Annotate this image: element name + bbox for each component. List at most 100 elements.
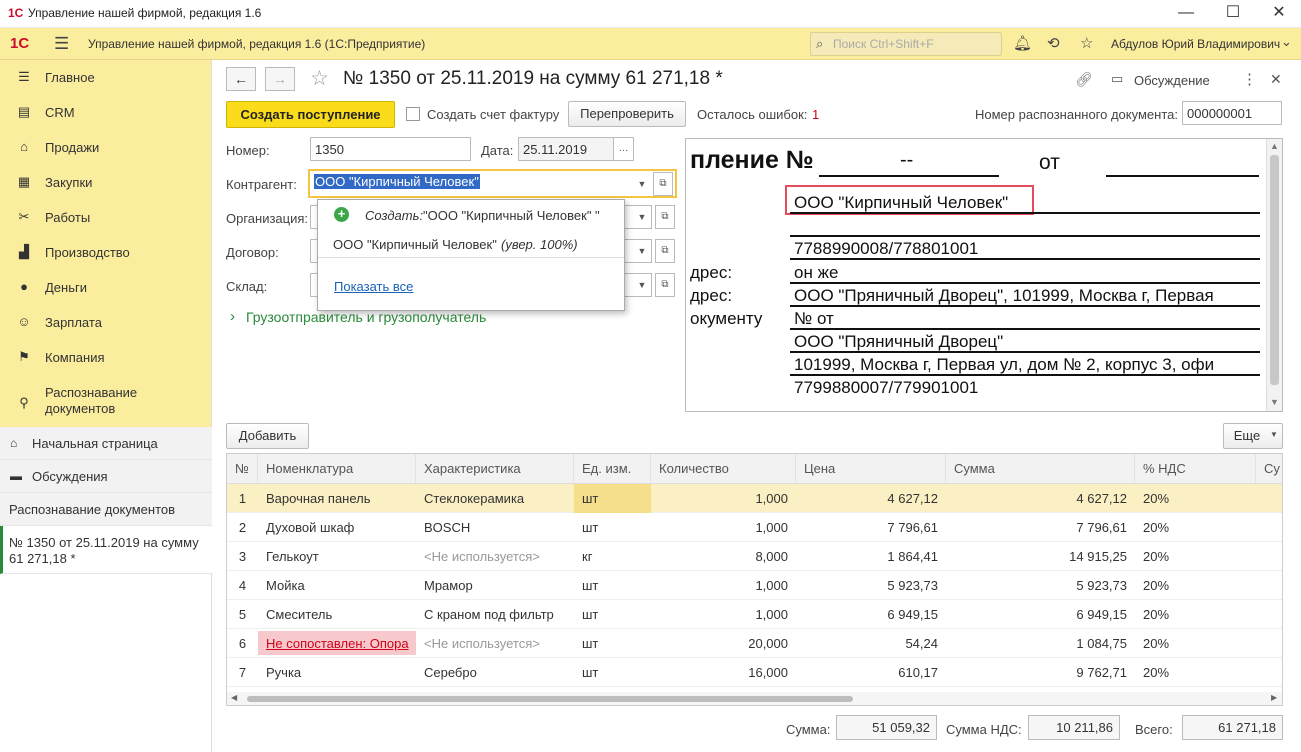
table-row[interactable]: 7 Ручка Серебро шт 16,000 610,17 9 762,71 20% xyxy=(227,658,1282,687)
cell-qty[interactable]: 1,000 xyxy=(651,484,796,513)
sidebar-item-production[interactable]: ▟ Производство xyxy=(0,235,212,270)
cell-name[interactable]: Гелькоут xyxy=(258,542,416,571)
cell-sum[interactable]: 4 627,12 xyxy=(946,484,1135,513)
col-header-vat-sum[interactable]: Су xyxy=(1256,454,1282,484)
close-window-button[interactable]: ✕ xyxy=(1256,0,1301,28)
cell-unit[interactable]: кг xyxy=(574,542,651,571)
cell-n[interactable]: 3 xyxy=(227,542,258,571)
scroll-left-icon[interactable]: ◀ xyxy=(231,693,237,702)
cell-n[interactable]: 7 xyxy=(227,658,258,687)
cell-price[interactable]: 610,17 xyxy=(796,658,946,687)
sidebar-item-crm[interactable]: ▤ CRM xyxy=(0,95,212,130)
cell-vat[interactable]: 20% xyxy=(1135,658,1256,687)
cell-vat[interactable]: 20% xyxy=(1135,484,1256,513)
favorites-star-icon[interactable]: ☆ xyxy=(1080,34,1093,52)
recheck-button[interactable]: Перепроверить xyxy=(568,101,686,127)
cell-qty[interactable]: 1,000 xyxy=(651,513,796,542)
counterparty-field[interactable]: ООО "Кирпичный Человек" xyxy=(312,172,632,195)
recognized-number-field[interactable]: 000000001 xyxy=(1182,101,1282,125)
cell-sum[interactable]: 7 796,61 xyxy=(946,513,1135,542)
close-icon[interactable]: ✕ xyxy=(1270,71,1282,88)
scroll-thumb[interactable] xyxy=(1270,155,1279,385)
col-header-qty[interactable]: Количество xyxy=(651,454,796,484)
link-icon[interactable]: 🔗︎ xyxy=(1075,71,1093,88)
create-receipt-button[interactable]: Создать поступление xyxy=(226,101,395,128)
cell-price[interactable]: 7 796,61 xyxy=(796,513,946,542)
hscroll-thumb[interactable] xyxy=(247,696,853,702)
unmatched-item-label[interactable]: Не сопоставлен: Опора xyxy=(258,631,416,655)
date-picker-button[interactable]: … xyxy=(613,137,634,161)
cell-sum[interactable]: 1 084,75 xyxy=(946,629,1135,658)
cell-n[interactable]: 2 xyxy=(227,513,258,542)
cell-char[interactable]: <Не используется> xyxy=(416,629,574,658)
table-row[interactable]: 3 Гелькоут <Не используется> кг 8,000 1 864,4… xyxy=(227,542,1282,571)
warehouse-open-icon[interactable]: ⧉ xyxy=(655,273,675,297)
cell-sum[interactable]: 6 949,15 xyxy=(946,600,1135,629)
col-header-unit[interactable]: Ед. изм. xyxy=(574,454,651,484)
cell-price[interactable]: 6 949,15 xyxy=(796,600,946,629)
cell-qty[interactable]: 20,000 xyxy=(651,629,796,658)
cell-name[interactable]: Духовой шкаф xyxy=(258,513,416,542)
forward-button[interactable]: → xyxy=(265,67,295,91)
cell-unit[interactable]: шт xyxy=(574,658,651,687)
counterparty-open-icon[interactable]: ⧉ xyxy=(653,172,673,196)
contract-dropdown-icon[interactable]: ▼ xyxy=(632,239,652,263)
app-menu-chevron-icon[interactable]: ⌄ xyxy=(1281,34,1292,50)
open-window-current-doc[interactable]: № 1350 от 25.11.2019 на сумму 61 271,18 … xyxy=(0,526,212,574)
cell-qty[interactable]: 8,000 xyxy=(651,542,796,571)
cell-qty[interactable]: 16,000 xyxy=(651,658,796,687)
open-window-recognition[interactable]: Распознавание документов xyxy=(0,493,212,526)
col-header-n[interactable]: № xyxy=(227,454,258,484)
cell-vat[interactable]: 20% xyxy=(1135,600,1256,629)
sidebar-item-works[interactable]: ✂ Работы xyxy=(0,200,212,235)
col-header-name[interactable]: Номенклатура xyxy=(258,454,416,484)
cell-char[interactable]: <Не используется> xyxy=(416,542,574,571)
cell-n[interactable]: 4 xyxy=(227,571,258,600)
maximize-button[interactable]: ☐ xyxy=(1210,0,1256,28)
notifications-bell-icon[interactable]: 🔔︎ xyxy=(1013,34,1032,52)
warehouse-dropdown-icon[interactable]: ▼ xyxy=(632,273,652,297)
cell-name[interactable]: Мойка xyxy=(258,571,416,600)
cell-name[interactable]: Ручка xyxy=(258,658,416,687)
sidebar-item-purchases[interactable]: ▦ Закупки xyxy=(0,165,212,200)
organization-dropdown-icon[interactable]: ▼ xyxy=(632,205,652,229)
user-name[interactable]: Абдулов Юрий Владимирович xyxy=(1111,37,1280,51)
cell-vat[interactable]: 20% xyxy=(1135,571,1256,600)
cell-name[interactable]: Не сопоставлен: Опора xyxy=(227,629,416,658)
cell-price[interactable]: 5 923,73 xyxy=(796,571,946,600)
main-menu-icon[interactable]: ☰ xyxy=(54,34,69,54)
more-actions-icon[interactable]: ⋮ xyxy=(1242,70,1257,88)
cell-price[interactable]: 4 627,12 xyxy=(796,484,946,513)
add-row-button[interactable]: Добавить xyxy=(226,423,309,449)
show-all-link[interactable]: Показать все xyxy=(334,279,413,294)
search-input[interactable]: ⌕ Поиск Ctrl+Shift+F xyxy=(810,32,1002,56)
table-row[interactable]: 2 Духовой шкаф BOSCH шт 1,000 7 796,61 7 796,6… xyxy=(227,513,1282,542)
cell-name[interactable]: Смеситель xyxy=(258,600,416,629)
minimize-button[interactable]: — xyxy=(1163,0,1209,28)
contract-open-icon[interactable]: ⧉ xyxy=(655,239,675,263)
table-row[interactable]: 5 Смеситель С краном под фильтр шт 1,000 6 94… xyxy=(227,600,1282,629)
create-counterparty-option[interactable]: + Создать: "ООО "Кирпичный Человек" " xyxy=(318,204,624,232)
scroll-down-icon[interactable]: ▼ xyxy=(1270,397,1279,407)
scroll-right-icon[interactable]: ▶ xyxy=(1271,693,1277,702)
open-window-home[interactable]: ⌂ Начальная страница xyxy=(0,427,212,460)
cell-qty[interactable]: 1,000 xyxy=(651,571,796,600)
open-window-discussions[interactable]: ▬ Обсуждения xyxy=(0,460,212,493)
cell-char[interactable]: Серебро xyxy=(416,658,574,687)
history-icon[interactable]: ⟲ xyxy=(1047,34,1060,52)
create-invoice-checkbox[interactable] xyxy=(406,107,420,121)
cell-char[interactable]: Мрамор xyxy=(416,571,574,600)
counterparty-suggestion[interactable]: ООО "Кирпичный Человек" (увер. 100%) xyxy=(318,232,624,258)
cell-char[interactable]: Стеклокерамика xyxy=(416,484,574,513)
cell-price[interactable]: 1 864,41 xyxy=(796,542,946,571)
col-header-vat[interactable]: % НДС xyxy=(1135,454,1256,484)
cell-n[interactable]: 5 xyxy=(227,600,258,629)
cell-n[interactable]: 1 xyxy=(227,484,258,513)
sidebar-item-company[interactable]: ⚑ Компания xyxy=(0,340,212,375)
table-row[interactable]: 6 Не сопоставлен: Опора <Не используется> ш… xyxy=(227,629,1282,658)
cell-unit[interactable]: шт xyxy=(574,629,651,658)
col-header-sum[interactable]: Сумма xyxy=(946,454,1135,484)
sidebar-item-sales[interactable]: ⌂ Продажи xyxy=(0,130,212,165)
table-row[interactable]: 1 Варочная панель Стеклокерамика шт 1,000 4 6… xyxy=(227,484,1282,513)
cell-vat[interactable]: 20% xyxy=(1135,513,1256,542)
